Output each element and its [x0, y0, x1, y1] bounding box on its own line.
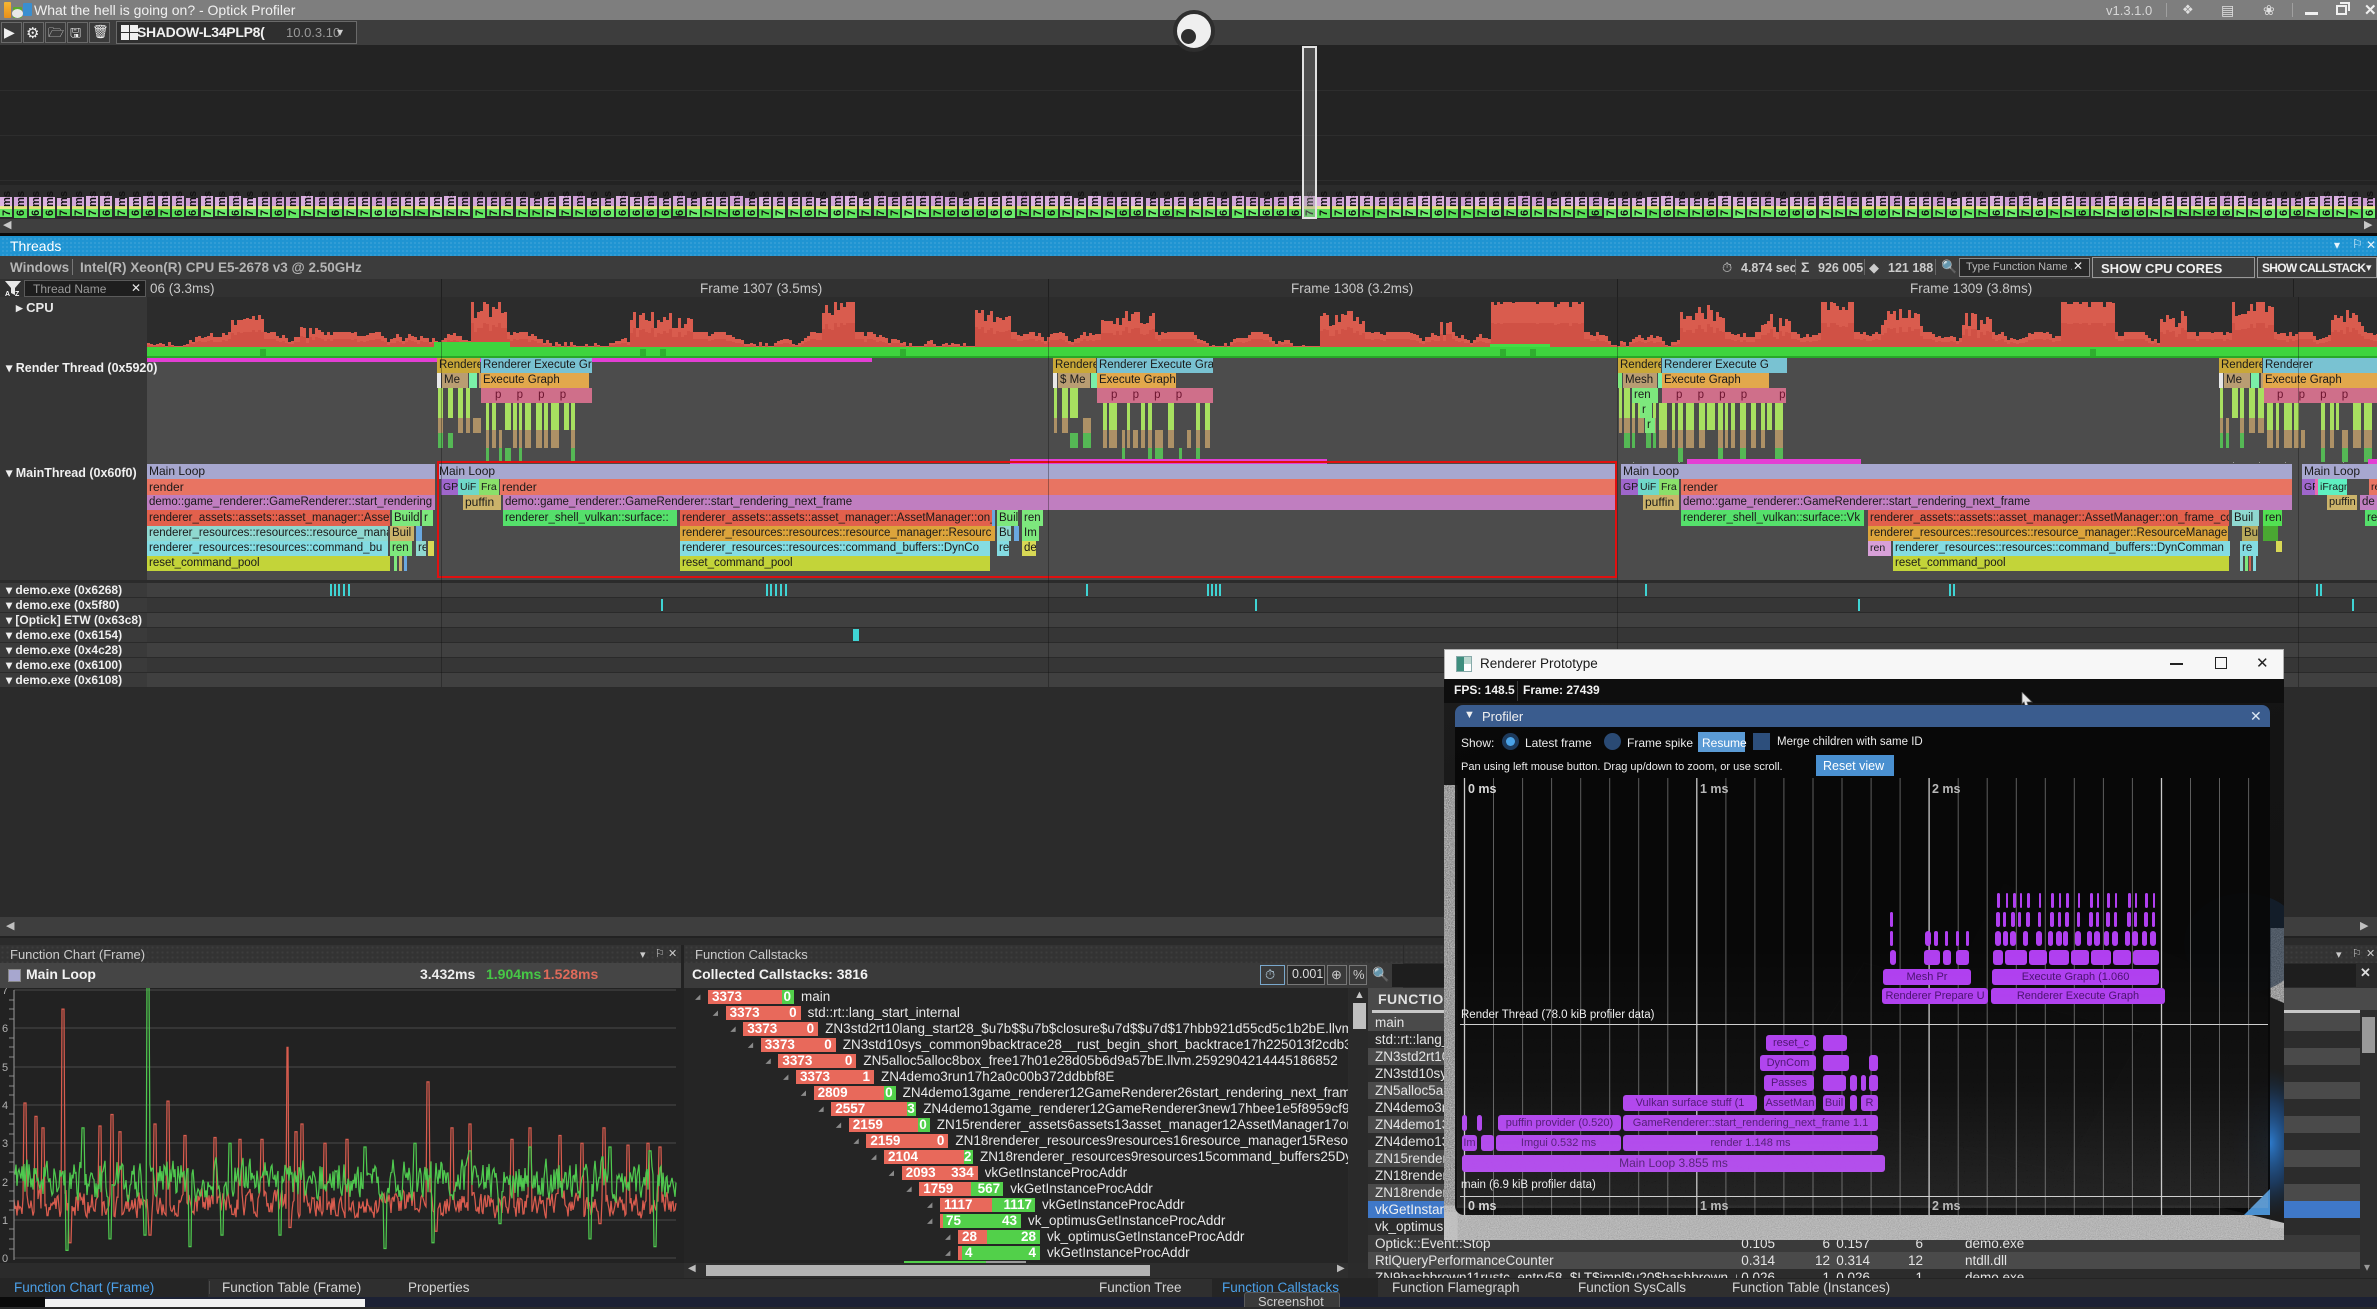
svg-text:4: 4: [2, 1100, 8, 1112]
svg-text:0: 0: [2, 1253, 8, 1263]
svg-text:7: 7: [2, 988, 8, 997]
svg-text:5: 5: [2, 1062, 8, 1074]
svg-text:1: 1: [2, 1215, 8, 1227]
svg-text:3: 3: [2, 1138, 8, 1150]
svg-text:6: 6: [2, 1023, 8, 1035]
svg-text:2: 2: [2, 1177, 8, 1189]
